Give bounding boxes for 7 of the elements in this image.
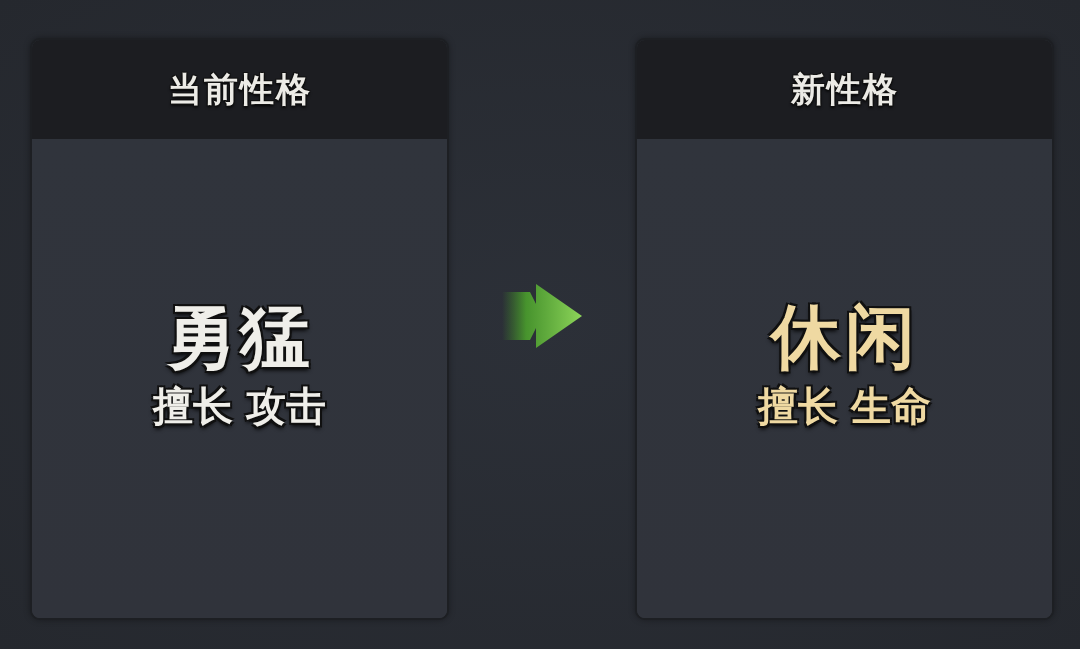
trait-specialty: 擅长 生命 xyxy=(757,381,932,430)
panel-title: 当前性格 xyxy=(167,69,312,110)
trait-name: 休闲 xyxy=(770,297,919,378)
arrow-icon xyxy=(502,284,582,348)
panel-title: 新性格 xyxy=(790,69,899,110)
trait-specialty: 擅长 攻击 xyxy=(152,381,327,430)
trait-name: 勇猛 xyxy=(165,297,314,378)
